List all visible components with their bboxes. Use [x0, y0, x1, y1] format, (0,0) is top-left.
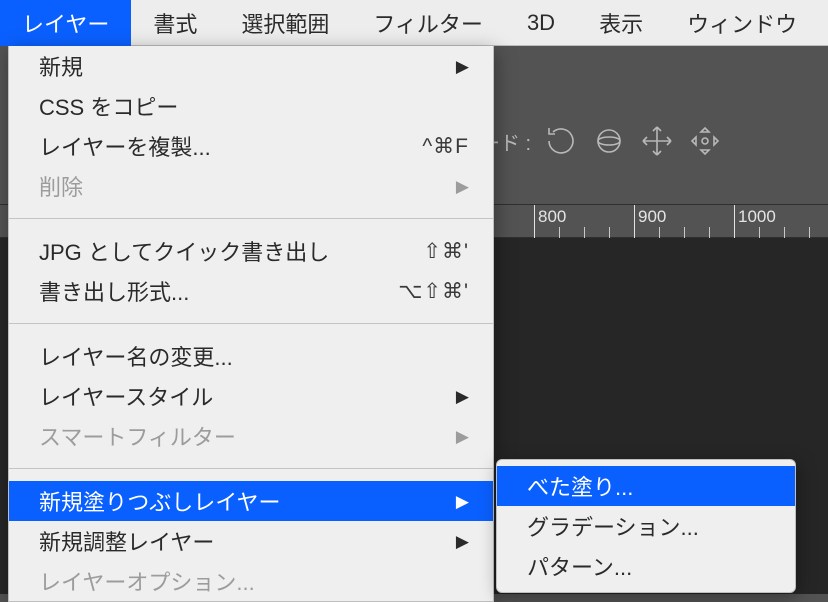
menubar-item-layer[interactable]: レイヤー	[0, 0, 131, 46]
menu-item-label: 削除	[39, 170, 442, 202]
menu-item-rename-layer[interactable]: レイヤー名の変更...	[9, 336, 493, 376]
submenu-arrow-icon: ▶	[456, 178, 469, 195]
menu-item-label: グラデーション...	[527, 510, 765, 542]
menu-item-label: べた塗り...	[527, 470, 765, 502]
menu-item-label: レイヤースタイル	[39, 380, 442, 412]
menu-item-label: レイヤー名の変更...	[39, 340, 469, 372]
menu-item-label: パターン...	[527, 550, 765, 582]
menu-item-smart-filter: スマートフィルター ▶	[9, 416, 493, 456]
menu-item-new-fill-layer[interactable]: 新規塗りつぶしレイヤー ▶	[9, 481, 493, 521]
menu-item-duplicate-layer[interactable]: レイヤーを複製... ^⌘F	[9, 126, 493, 166]
menu-item-shortcut: ⌥⇧⌘'	[398, 279, 469, 304]
new-fill-layer-submenu: べた塗り... グラデーション... パターン...	[496, 459, 796, 593]
menu-item-label: 新規調整レイヤー	[39, 525, 442, 557]
menu-item-label: JPG としてクイック書き出し	[39, 235, 423, 267]
menu-item-shortcut: ^⌘F	[422, 134, 469, 159]
menu-item-layer-content-options: レイヤーオプション...	[9, 561, 493, 601]
menu-item-shortcut: ⇧⌘'	[423, 239, 469, 264]
submenu-item-gradient[interactable]: グラデーション...	[497, 506, 795, 546]
menu-item-new[interactable]: 新規 ▶	[9, 46, 493, 86]
submenu-arrow-icon: ▶	[456, 493, 469, 510]
menu-item-label: レイヤーオプション...	[39, 565, 469, 597]
menu-item-quick-export-jpg[interactable]: JPG としてクイック書き出し ⇧⌘'	[9, 231, 493, 271]
mode-icon-scale[interactable]	[687, 123, 723, 159]
submenu-item-pattern[interactable]: パターン...	[497, 546, 795, 586]
menubar-item-select[interactable]: 選択範囲	[219, 0, 351, 46]
submenu-arrow-icon: ▶	[456, 58, 469, 75]
menu-item-export-as[interactable]: 書き出し形式... ⌥⇧⌘'	[9, 271, 493, 311]
mode-icon-orbit[interactable]	[591, 123, 627, 159]
menubar-item-view[interactable]: 表示	[577, 0, 665, 46]
mode-icon-rotate[interactable]	[543, 123, 579, 159]
menubar: レイヤー 書式 選択範囲 フィルター 3D 表示 ウィンドウ	[0, 0, 828, 46]
menubar-item-filter[interactable]: フィルター	[351, 0, 505, 46]
layer-menu: 新規 ▶ CSS をコピー レイヤーを複製... ^⌘F 削除 ▶ JPG とし…	[8, 46, 494, 602]
menubar-item-window[interactable]: ウィンドウ	[665, 0, 819, 46]
menu-item-label: 書き出し形式...	[39, 275, 398, 307]
menu-item-label: レイヤーを複製...	[39, 130, 422, 162]
menu-item-copy-css[interactable]: CSS をコピー	[9, 86, 493, 126]
menu-item-label: 新規	[39, 50, 442, 82]
submenu-arrow-icon: ▶	[456, 388, 469, 405]
menu-item-label: スマートフィルター	[39, 420, 442, 452]
submenu-arrow-icon: ▶	[456, 533, 469, 550]
submenu-arrow-icon: ▶	[456, 428, 469, 445]
menu-item-delete: 削除 ▶	[9, 166, 493, 206]
menu-separator	[9, 323, 493, 324]
submenu-item-solid-color[interactable]: べた塗り...	[497, 466, 795, 506]
menu-separator	[9, 218, 493, 219]
menu-item-label: 新規塗りつぶしレイヤー	[39, 485, 442, 517]
menu-separator	[9, 468, 493, 469]
menu-item-label: CSS をコピー	[39, 90, 469, 122]
mode-icon-move[interactable]	[639, 123, 675, 159]
menu-item-layer-style[interactable]: レイヤースタイル ▶	[9, 376, 493, 416]
option-row: モード :	[460, 123, 828, 159]
menu-item-new-adjustment-layer[interactable]: 新規調整レイヤー ▶	[9, 521, 493, 561]
menubar-item-3d[interactable]: 3D	[505, 0, 577, 46]
menubar-item-type[interactable]: 書式	[131, 0, 219, 46]
